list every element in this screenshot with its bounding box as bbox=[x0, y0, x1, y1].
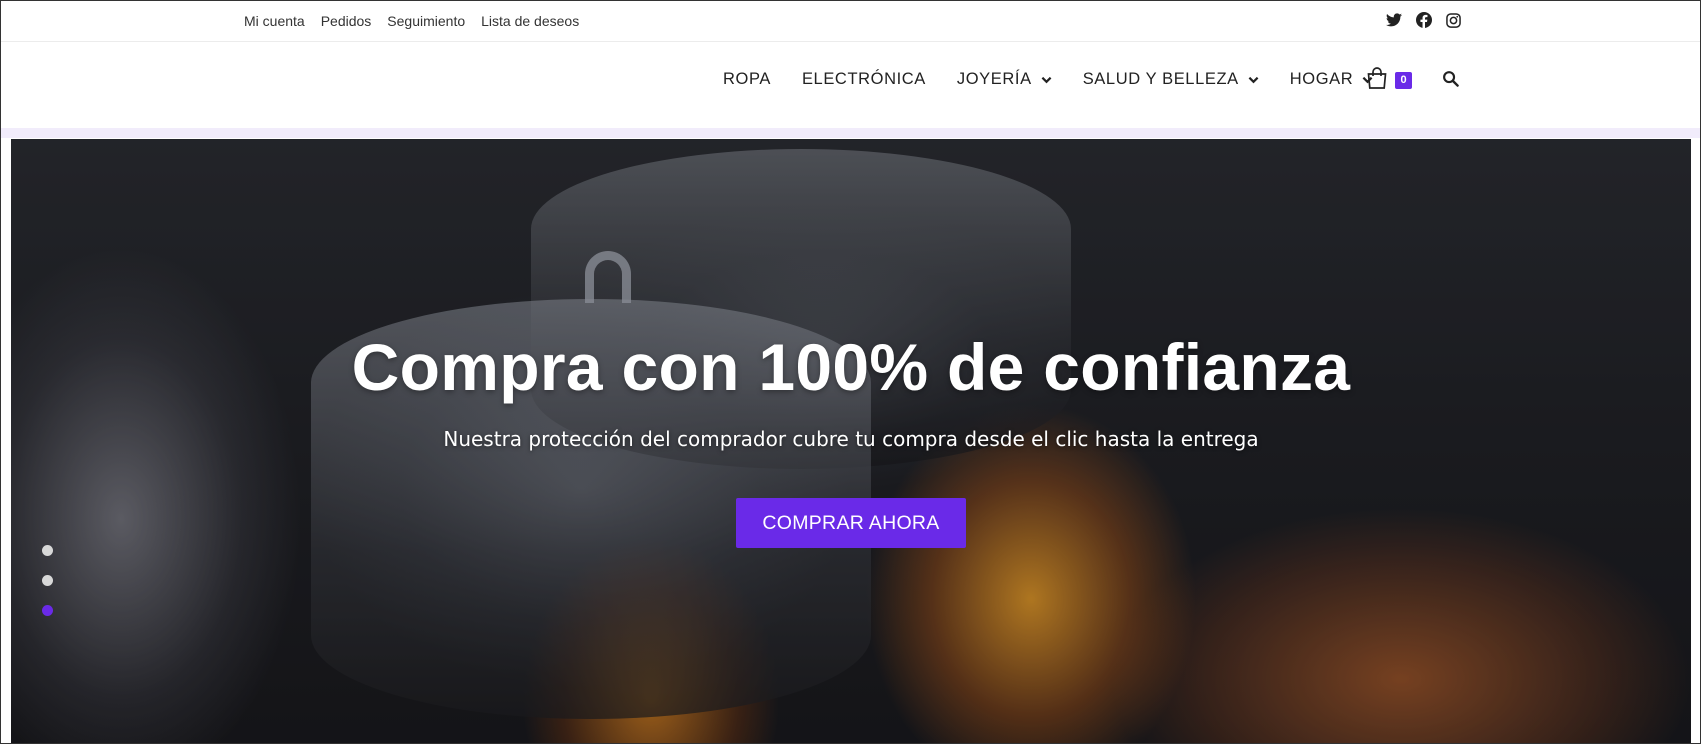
search-icon bbox=[1442, 71, 1459, 91]
nav-item-hogar[interactable]: HOGAR bbox=[1290, 70, 1374, 89]
instagram-icon[interactable] bbox=[1445, 12, 1462, 29]
nav-label: SALUD Y BELLEZA bbox=[1082, 70, 1239, 88]
nav-item-salud-y-belleza[interactable]: SALUD Y BELLEZA bbox=[1083, 70, 1259, 89]
header-divider bbox=[0, 128, 1701, 138]
nav-label: ROPA bbox=[723, 70, 771, 88]
hero-subtitle: Nuestra protección del comprador cubre t… bbox=[443, 427, 1259, 451]
top-bar: Mi cuenta Pedidos Seguimiento Lista de d… bbox=[0, 0, 1701, 42]
account-links: Mi cuenta Pedidos Seguimiento Lista de d… bbox=[244, 0, 579, 42]
twitter-icon[interactable] bbox=[1385, 12, 1402, 29]
social-links bbox=[1385, 0, 1462, 40]
slider-dot-3[interactable] bbox=[42, 605, 53, 616]
shopping-bag-icon bbox=[1365, 66, 1389, 95]
my-account-link[interactable]: Mi cuenta bbox=[244, 13, 305, 29]
slider-dot-1[interactable] bbox=[42, 545, 53, 556]
hero-slider: Compra con 100% de confianza Nuestra pro… bbox=[11, 139, 1691, 744]
nav-item-ropa[interactable]: ROPA bbox=[723, 70, 771, 89]
chevron-down-icon bbox=[1041, 76, 1052, 84]
hero-title: Compra con 100% de confianza bbox=[351, 330, 1351, 404]
nav-label: HOGAR bbox=[1289, 70, 1354, 88]
cart-count-badge: 0 bbox=[1395, 72, 1412, 89]
main-nav: ROPA ELECTRÓNICA JOYERÍA SALUD Y BELLEZA… bbox=[723, 42, 1404, 117]
tracking-link[interactable]: Seguimiento bbox=[387, 13, 465, 29]
nav-label: ELECTRÓNICA bbox=[801, 70, 926, 88]
chevron-down-icon bbox=[1248, 76, 1259, 84]
nav-item-electronica[interactable]: ELECTRÓNICA bbox=[802, 70, 926, 89]
facebook-icon[interactable] bbox=[1415, 12, 1432, 29]
search-button[interactable] bbox=[1442, 70, 1460, 88]
cart-button[interactable]: 0 bbox=[1365, 66, 1415, 96]
shop-now-button[interactable]: COMPRAR AHORA bbox=[736, 498, 966, 548]
slider-dot-2[interactable] bbox=[42, 575, 53, 586]
wishlist-link[interactable]: Lista de deseos bbox=[481, 13, 579, 29]
orders-link[interactable]: Pedidos bbox=[321, 13, 372, 29]
nav-item-joyeria[interactable]: JOYERÍA bbox=[957, 70, 1052, 89]
nav-label: JOYERÍA bbox=[956, 70, 1032, 88]
